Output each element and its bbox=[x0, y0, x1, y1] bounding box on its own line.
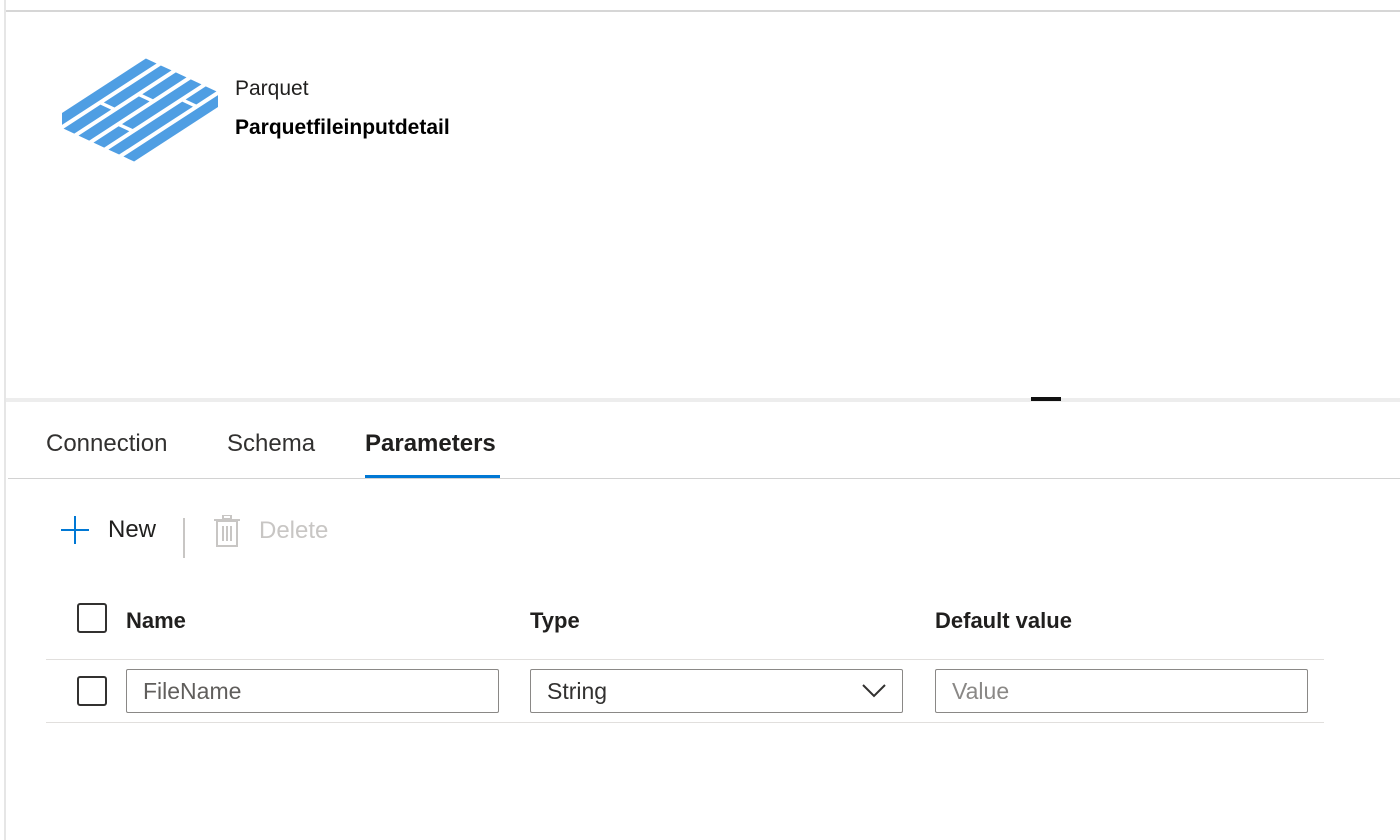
parameter-type-value: String bbox=[547, 677, 608, 704]
parameter-type-select[interactable]: String bbox=[530, 669, 903, 713]
row-divider bbox=[46, 722, 1324, 723]
plus-icon bbox=[61, 516, 89, 544]
tab-connection[interactable]: Connection bbox=[46, 430, 167, 458]
select-all-checkbox[interactable] bbox=[77, 603, 107, 633]
dataset-name: Parquetfileinputdetail bbox=[235, 116, 450, 139]
column-header-default-value: Default value bbox=[935, 608, 1072, 633]
new-button-label: New bbox=[108, 516, 157, 543]
tabs-divider bbox=[8, 478, 1400, 479]
toolbar-separator bbox=[183, 518, 185, 558]
panel-splitter[interactable] bbox=[6, 398, 1400, 402]
row-checkbox[interactable] bbox=[77, 676, 107, 706]
parquet-icon bbox=[62, 58, 218, 162]
new-parameter-button[interactable]: New bbox=[60, 515, 156, 545]
trash-icon bbox=[214, 515, 240, 547]
parameter-default-value-input[interactable] bbox=[935, 669, 1308, 713]
parameter-name-input[interactable] bbox=[126, 669, 499, 713]
delete-parameter-button[interactable]: Delete bbox=[213, 515, 328, 547]
splitter-handle[interactable] bbox=[1031, 397, 1061, 401]
tab-parameters[interactable]: Parameters bbox=[365, 430, 496, 458]
delete-button-label: Delete bbox=[259, 517, 329, 544]
column-header-type: Type bbox=[530, 608, 580, 633]
dataset-type-label: Parquet bbox=[235, 77, 309, 100]
column-header-name: Name bbox=[126, 608, 186, 633]
left-border bbox=[4, 0, 6, 840]
chevron-down-icon bbox=[862, 684, 886, 698]
dataset-editor: Parquet Parquetfileinputdetail Connectio… bbox=[0, 0, 1400, 840]
top-border bbox=[6, 10, 1400, 12]
header-row-divider bbox=[46, 659, 1324, 660]
tab-schema[interactable]: Schema bbox=[227, 430, 315, 458]
